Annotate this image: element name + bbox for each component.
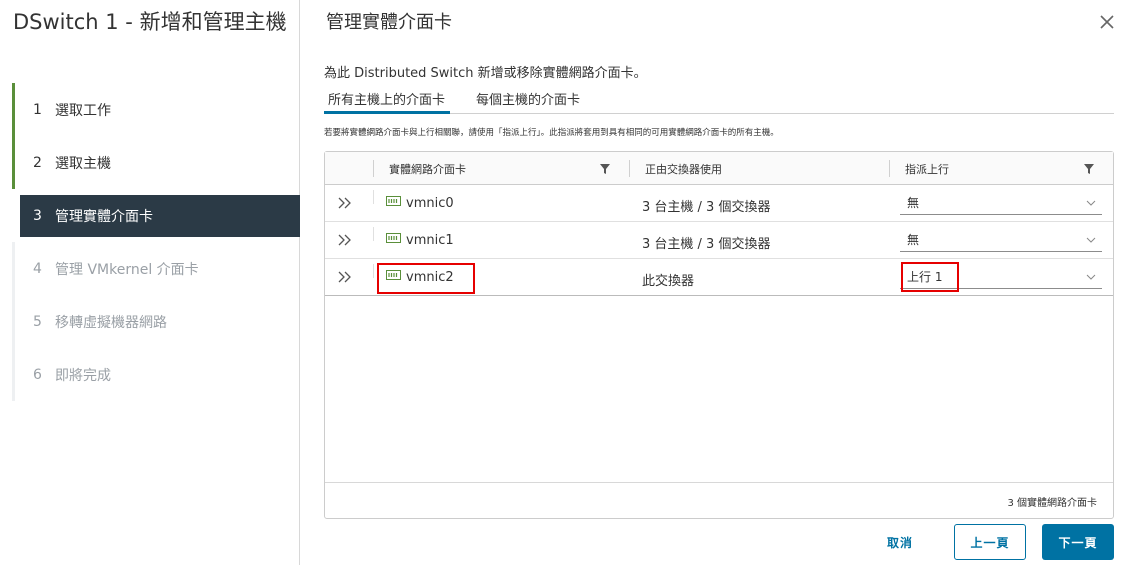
row-separator xyxy=(373,190,374,204)
column-separator xyxy=(629,160,630,177)
next-button[interactable]: 下一頁 xyxy=(1042,524,1114,560)
step-label: 選取工作 xyxy=(55,102,111,119)
step-label: 移轉虛擬機器網路 xyxy=(55,314,167,331)
step-label: 管理 VMkernel 介面卡 xyxy=(55,261,199,278)
step-number: 4 xyxy=(33,260,42,277)
expand-icon[interactable] xyxy=(337,234,353,246)
network-adapter-icon xyxy=(386,196,401,206)
nic-in-use: 3 台主機 / 3 個交換器 xyxy=(642,237,771,252)
nic-name: vmnic0 xyxy=(406,196,454,211)
uplink-value: 無 xyxy=(907,196,920,210)
step-label: 即將完成 xyxy=(55,367,111,384)
row-separator xyxy=(373,264,374,278)
uplink-select[interactable]: 無 xyxy=(900,228,1102,252)
wizard-step-5: 5 移轉虛擬機器網路 xyxy=(12,295,300,348)
close-icon[interactable] xyxy=(1097,12,1117,32)
chevron-down-icon xyxy=(1086,274,1096,280)
uplink-value: 無 xyxy=(907,233,920,247)
network-adapter-icon xyxy=(386,233,401,243)
step-label: 選取主機 xyxy=(55,155,111,172)
row-separator xyxy=(373,227,374,241)
wizard-step-1[interactable]: 1 選取工作 xyxy=(12,83,300,136)
wizard-steps: 1 選取工作 2 選取主機 3 管理實體介面卡 4 管理 VMkernel 介面… xyxy=(12,83,300,401)
wizard-main: 管理實體介面卡 為此 Distributed Switch 新增或移除實體網路介… xyxy=(300,0,1128,565)
tab-per-host[interactable]: 每個主機的介面卡 xyxy=(472,86,585,114)
wizard-sidebar: DSwitch 1 - 新增和管理主機 1 選取工作 2 選取主機 3 管理實體… xyxy=(0,0,300,565)
highlight-box-nic xyxy=(377,263,475,294)
wizard-step-2[interactable]: 2 選取主機 xyxy=(12,136,300,189)
wizard-step-6: 6 即將完成 xyxy=(12,348,300,401)
column-header-nic[interactable]: 實體網路介面卡 xyxy=(389,161,466,177)
tab-bar: 所有主機上的介面卡 每個主機的介面卡 xyxy=(324,86,1114,114)
chevron-down-icon xyxy=(1086,237,1096,243)
table-row[interactable]: vmnic0 3 台主機 / 3 個交換器 無 xyxy=(325,185,1113,222)
adapter-count: 3 個實體網路介面卡 xyxy=(1007,498,1097,509)
grid-header: 實體網路介面卡 正由交換器使用 指派上行 xyxy=(325,152,1113,185)
column-header-uplink[interactable]: 指派上行 xyxy=(905,161,949,177)
wizard-title: DSwitch 1 - 新增和管理主機 xyxy=(13,10,287,34)
step-number: 1 xyxy=(33,101,42,118)
column-header-in-use[interactable]: 正由交換器使用 xyxy=(645,161,722,177)
nic-in-use: 3 台主機 / 3 個交換器 xyxy=(642,200,771,215)
chevron-down-icon xyxy=(1086,200,1096,206)
expand-icon[interactable] xyxy=(337,197,353,209)
adapter-grid: 實體網路介面卡 正由交換器使用 指派上行 vmnic0 3 台主機 / 3 個交… xyxy=(324,151,1114,519)
grid-footer: 3 個實體網路介面卡 xyxy=(325,482,1113,518)
step-number: 2 xyxy=(33,154,42,171)
highlight-box-uplink xyxy=(901,262,959,292)
step-number: 5 xyxy=(33,313,42,330)
column-separator xyxy=(373,160,374,177)
page-description: 為此 Distributed Switch 新增或移除實體網路介面卡。 xyxy=(324,66,647,81)
expand-icon[interactable] xyxy=(337,271,353,283)
cancel-button[interactable]: 取消 xyxy=(860,524,940,560)
page-title: 管理實體介面卡 xyxy=(326,12,452,33)
table-row[interactable]: vmnic1 3 台主機 / 3 個交換器 無 xyxy=(325,222,1113,259)
filter-icon[interactable] xyxy=(600,164,610,174)
step-number: 3 xyxy=(33,208,42,224)
filter-icon[interactable] xyxy=(1084,164,1094,174)
wizard-step-4: 4 管理 VMkernel 介面卡 xyxy=(12,242,300,295)
wizard-step-3[interactable]: 3 管理實體介面卡 xyxy=(20,195,300,237)
nic-in-use: 此交換器 xyxy=(642,274,695,289)
nic-name: vmnic1 xyxy=(406,233,454,248)
step-number: 6 xyxy=(33,366,42,383)
assign-uplink-hint: 若要將實體網路介面卡與上行相關聯，請使用「指派上行」。此指派將套用到具有相同的可… xyxy=(324,128,779,138)
step-label: 管理實體介面卡 xyxy=(55,209,153,225)
uplink-select[interactable]: 無 xyxy=(900,191,1102,215)
column-separator xyxy=(889,160,890,177)
table-row[interactable]: vmnic2 此交換器 上行 1 xyxy=(325,259,1113,296)
back-button[interactable]: 上一頁 xyxy=(954,524,1026,560)
tab-all-hosts[interactable]: 所有主機上的介面卡 xyxy=(324,86,451,114)
